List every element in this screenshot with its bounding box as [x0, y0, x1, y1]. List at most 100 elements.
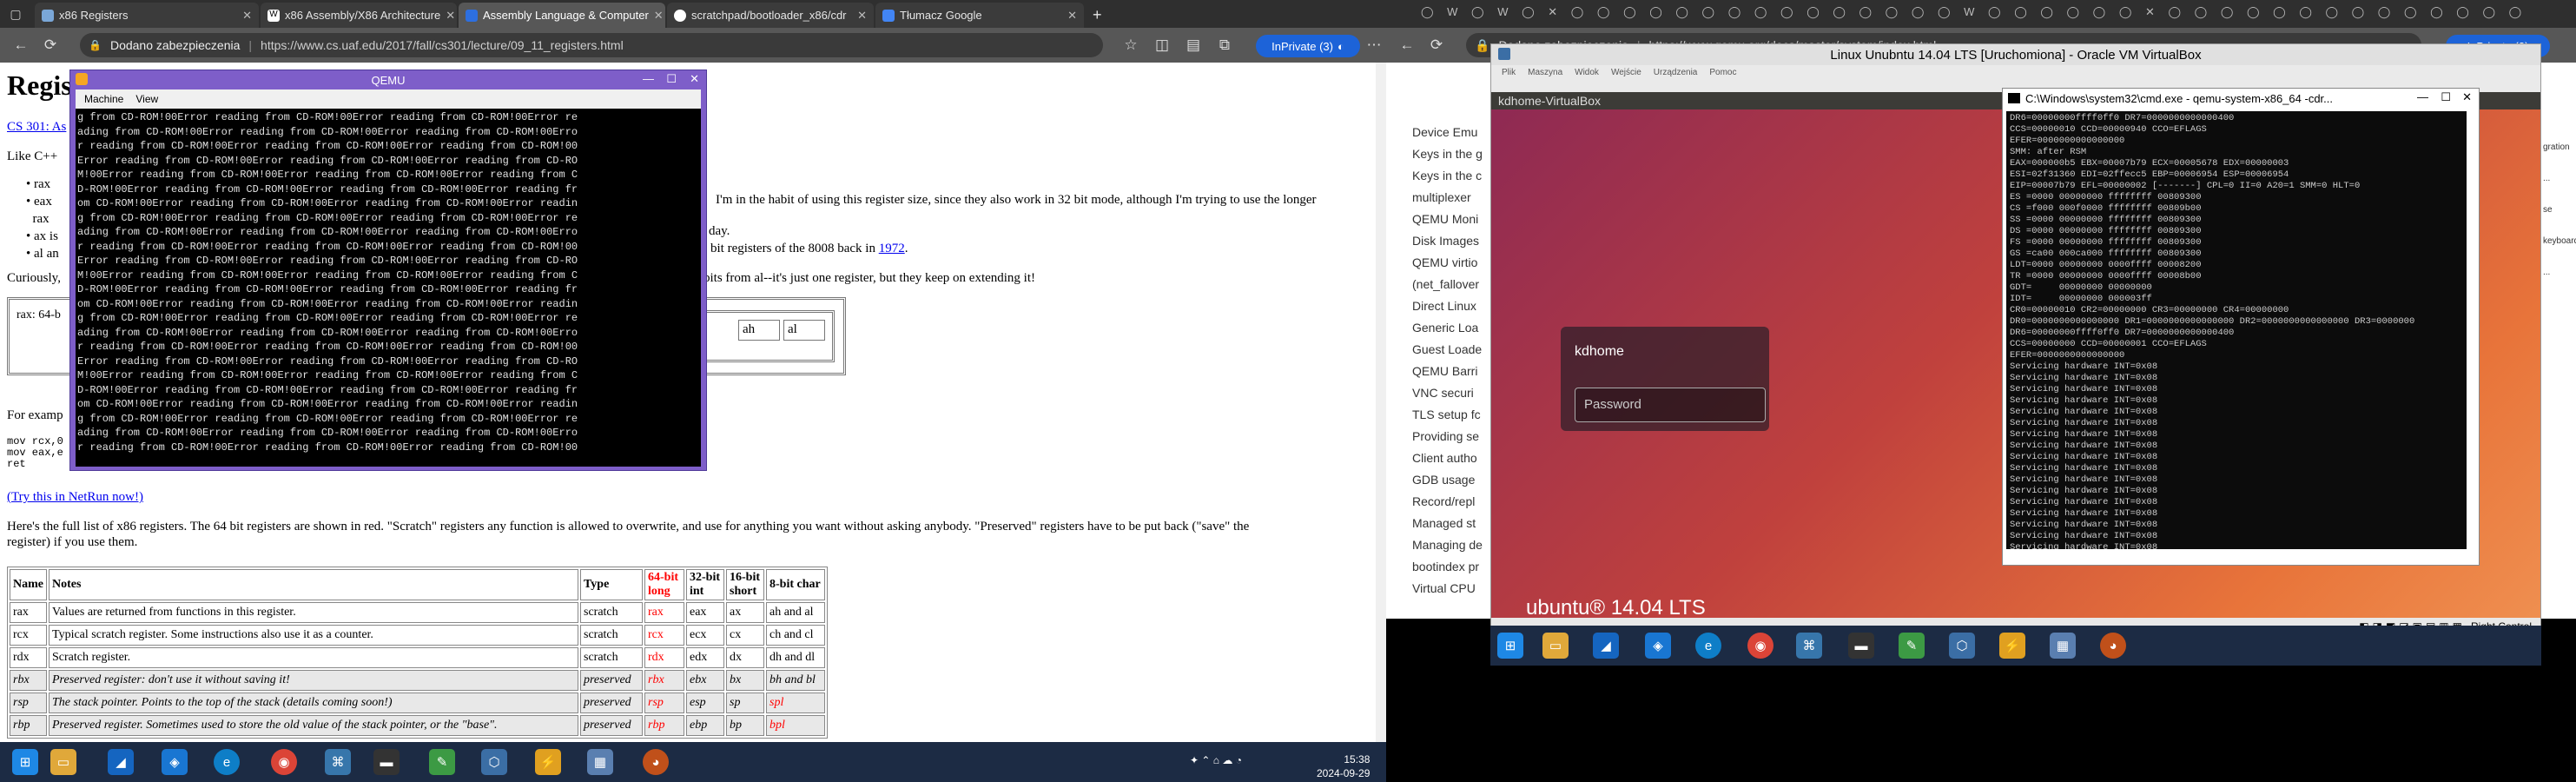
app-icon[interactable]: ◈ — [162, 749, 188, 775]
docs-nav-item[interactable]: Client autho — [1412, 447, 1499, 469]
python-icon[interactable]: ⌘ — [1796, 633, 1822, 659]
docs-nav-item[interactable]: bootindex pr — [1412, 556, 1499, 578]
tab-google-translate[interactable]: Tłumacz Google ✕ — [875, 3, 1084, 28]
chrome-icon[interactable]: ◉ — [271, 749, 297, 775]
minimize-icon[interactable]: — — [643, 72, 654, 85]
app-icon[interactable]: ⚡ — [535, 749, 561, 775]
collections-icon[interactable]: ▤ — [1183, 35, 1204, 56]
maximize-icon[interactable]: ☐ — [666, 72, 677, 86]
app-icon[interactable]: ◢ — [108, 749, 134, 775]
qemu-taskbar-icon[interactable]: ◕ — [2100, 633, 2126, 659]
menu-wejscie[interactable]: Wejście — [1611, 68, 1641, 77]
virtualbox-titlebar[interactable]: Linux Unubntu 14.04 LTS [Uruchomiona] - … — [1491, 44, 2540, 65]
maximize-icon[interactable]: ☐ — [2441, 90, 2451, 104]
docs-nav-item[interactable]: Guest Loade — [1412, 339, 1499, 361]
refresh-icon[interactable]: ⟳ — [40, 35, 61, 56]
qemu-taskbar-icon[interactable]: ◕ — [643, 749, 669, 775]
refresh-icon[interactable]: ⟳ — [1426, 35, 1447, 56]
docs-nav-item[interactable]: Generic Loa — [1412, 317, 1499, 339]
start-icon[interactable]: ⊞ — [1497, 633, 1523, 659]
close-icon[interactable]: ✕ — [242, 9, 252, 23]
docs-nav-item[interactable]: Disk Images — [1412, 230, 1499, 252]
page-scrollbar[interactable] — [1376, 63, 1386, 742]
file-explorer-icon[interactable]: ▭ — [1542, 633, 1569, 659]
back-icon[interactable]: ← — [1397, 35, 1417, 56]
split-screen-icon[interactable]: ◫ — [1152, 35, 1172, 56]
header-16bit: 16-bit short — [726, 569, 764, 600]
password-input[interactable]: Password — [1575, 388, 1766, 422]
tab-actions-icon[interactable]: ▢ — [5, 5, 26, 23]
menu-maszyna[interactable]: Maszyna — [1528, 68, 1562, 77]
cmd-output[interactable]: DR6=00000000ffff0ff0 DR7=000000000000040… — [2006, 111, 2467, 549]
docs-nav-item[interactable]: Keys in the g — [1412, 143, 1499, 165]
docs-nav-item[interactable]: Managed st — [1412, 513, 1499, 534]
back-icon[interactable]: ← — [10, 35, 31, 56]
app-icon[interactable]: ▦ — [2050, 633, 2076, 659]
docs-nav-item[interactable]: multiplexer — [1412, 187, 1499, 209]
edge-icon[interactable]: e — [1695, 633, 1721, 659]
app-icon[interactable]: ◢ — [1593, 633, 1619, 659]
tray-icons[interactable]: ✦ ⌃ ⌂ ☁ ◔ — [1190, 754, 1242, 766]
docs-nav-item[interactable]: Keys in the c — [1412, 165, 1499, 187]
menu-icon[interactable]: ⋯ — [1364, 35, 1384, 56]
docs-nav-item[interactable]: Managing de — [1412, 534, 1499, 556]
tab-x86-architecture[interactable]: W x86 Assembly/X86 Architecture ✕ — [261, 3, 457, 28]
close-icon[interactable]: ✕ — [2462, 90, 2472, 104]
python-icon[interactable]: ⌘ — [325, 749, 351, 775]
app-icon[interactable]: ▦ — [587, 749, 613, 775]
url-bar[interactable]: 🔒 Dodano zabezpieczenia | https://www.cs… — [80, 33, 1103, 57]
docs-nav-item[interactable]: Direct Linux — [1412, 295, 1499, 317]
terminal-icon[interactable]: ▬ — [373, 749, 400, 775]
qemu-titlebar[interactable]: QEMU — ☐ ✕ — [70, 70, 706, 89]
tab-assembly-language[interactable]: Assembly Language & Computer ✕ — [459, 3, 665, 28]
edge-icon[interactable]: e — [214, 749, 240, 775]
docs-nav-item[interactable]: QEMU Barri — [1412, 361, 1499, 382]
docs-nav-item[interactable]: TLS setup fc — [1412, 404, 1499, 426]
docs-nav-item[interactable]: QEMU Moni — [1412, 209, 1499, 230]
cmd-titlebar[interactable]: C:\Windows\system32\cmd.exe - qemu-syste… — [2003, 89, 2479, 108]
close-icon[interactable]: ✕ — [857, 9, 867, 23]
new-tab-button[interactable]: + — [1086, 3, 1112, 28]
inprivate-badge[interactable]: InPrivate (3) ◐ — [1256, 35, 1360, 57]
extensions-icon[interactable]: ⧉ — [1214, 35, 1235, 56]
console-line: M!00Error reading from CD-ROM!00Error re… — [77, 268, 578, 282]
menu-pomoc[interactable]: Pomoc — [1709, 68, 1736, 77]
docs-nav-item[interactable]: Virtual CPU — [1412, 578, 1499, 600]
docs-nav-item[interactable]: GDB usage — [1412, 469, 1499, 491]
clock[interactable]: 15:38 2024-09-29 — [1317, 752, 1370, 780]
notepad-icon[interactable]: ✎ — [1899, 633, 1925, 659]
menu-widok[interactable]: Widok — [1575, 68, 1599, 77]
docs-nav-item[interactable]: Record/repl — [1412, 491, 1499, 513]
start-icon[interactable]: ⊞ — [12, 749, 38, 775]
tab-x86-registers[interactable]: x86 Registers ✕ — [35, 3, 259, 28]
favorites-icon[interactable]: ☆ — [1120, 35, 1141, 56]
virtualbox-icon[interactable]: ⬡ — [481, 749, 507, 775]
course-link[interactable]: CS 301: As — [7, 120, 66, 134]
menu-machine[interactable]: Machine — [84, 93, 123, 105]
close-icon[interactable]: ✕ — [446, 9, 455, 23]
year-link[interactable]: 1972 — [879, 242, 905, 255]
docs-nav-item[interactable]: (net_fallover — [1412, 274, 1499, 295]
minimize-icon[interactable]: — — [2417, 90, 2428, 103]
close-icon[interactable]: ✕ — [654, 9, 664, 23]
app-icon[interactable]: ◈ — [1645, 633, 1671, 659]
docs-nav-item[interactable]: Device Emu — [1412, 122, 1499, 143]
app-icon[interactable]: ⚡ — [1999, 633, 2025, 659]
menu-urzadzenia[interactable]: Urządzenia — [1654, 68, 1698, 77]
close-icon[interactable]: ✕ — [690, 72, 699, 86]
tab-github-scratchpad[interactable]: scratchpad/bootloader_x86/cdr ✕ — [667, 3, 874, 28]
netrun-link[interactable]: (Try this in NetRun now!) — [7, 490, 143, 504]
chrome-icon[interactable]: ◉ — [1747, 633, 1773, 659]
docs-nav-item[interactable]: Providing se — [1412, 426, 1499, 447]
close-icon[interactable]: ✕ — [1067, 9, 1077, 23]
notepad-icon[interactable]: ✎ — [429, 749, 455, 775]
docs-nav-item[interactable]: QEMU virtio — [1412, 252, 1499, 274]
terminal-icon[interactable]: ▬ — [1848, 633, 1874, 659]
menu-plik[interactable]: Plik — [1502, 68, 1516, 77]
docs-nav-item[interactable]: VNC securi — [1412, 382, 1499, 404]
menu-view[interactable]: View — [135, 93, 158, 105]
collapsed-tabs[interactable]: ◯ W ◯ W ◯ ✕ ◯ ◯ ◯ ◯ ◯ ◯ ◯ ◯ ◯ ◯ ◯ ◯ ◯ ◯ … — [1421, 5, 2567, 24]
file-explorer-icon[interactable]: ▭ — [50, 749, 76, 775]
qemu-console[interactable]: g from CD-ROM!00Error reading from CD-RO… — [76, 109, 701, 467]
virtualbox-icon[interactable]: ⬡ — [1949, 633, 1975, 659]
